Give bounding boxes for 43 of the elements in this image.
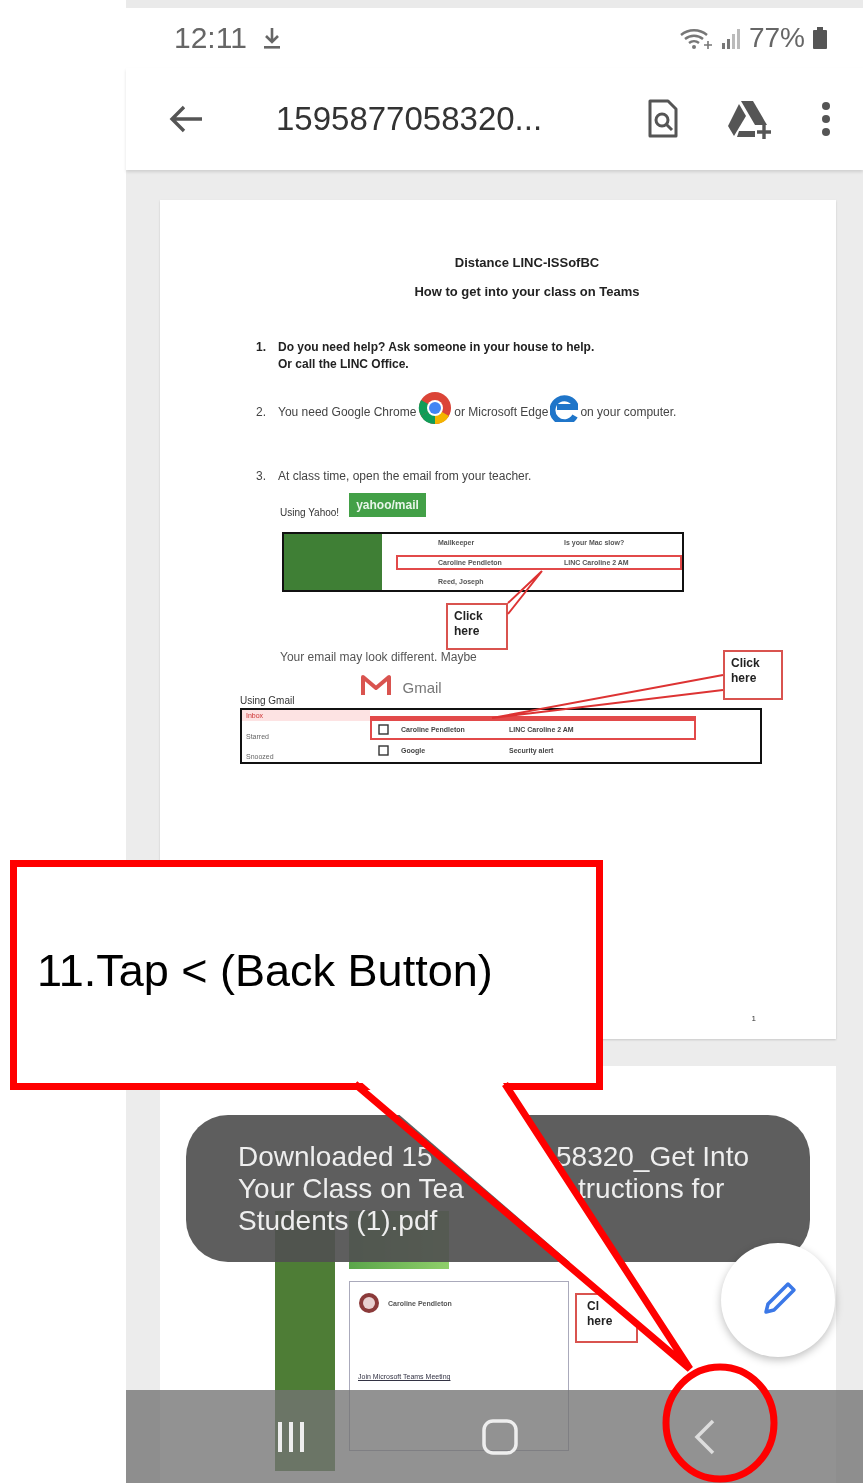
more-menu-icon[interactable] [821, 101, 831, 137]
step-text: At class time, open the email from your teacher. [278, 469, 532, 483]
mail-logo-icon [360, 674, 393, 696]
note-text: Your email may look different. Maybe [280, 650, 477, 664]
section-label: Using Gmail [240, 695, 295, 706]
step-number: 1. [256, 339, 267, 356]
step-text: You need Google Chrome [278, 405, 417, 419]
download-icon [262, 27, 281, 49]
click-here-callout: Click here [446, 603, 508, 650]
battery-icon [813, 27, 827, 49]
battery-percent: 77% [748, 22, 805, 54]
clock-time: 12:11 [174, 21, 247, 55]
page-number: 1 [751, 1014, 756, 1024]
toast-text: Students (1).pdf [238, 1205, 439, 1237]
logo-badge: yahoo/mail [349, 493, 426, 517]
toast-text: Your Class on Tea [238, 1173, 465, 1205]
checkbox-icon [378, 745, 389, 756]
toast-text: tructions for [578, 1173, 726, 1205]
click-here-callout: Click here [723, 650, 783, 700]
wifi-icon [678, 27, 713, 49]
e-logo-icon [550, 394, 579, 422]
section-label: Using Yahoo! [280, 507, 340, 518]
leader-line [506, 570, 546, 616]
document-subtitle: How to get into your class on Teams [413, 284, 641, 299]
recent-apps-icon[interactable] [276, 1419, 306, 1454]
step-text: or Microsoft Edge [454, 405, 549, 419]
checkbox-icon [378, 724, 389, 735]
step-text: on your computer. [580, 405, 677, 419]
avatar-icon [358, 1292, 380, 1315]
step-text: Do you need help? Ask someone in your house to help. Or call the LINC Office. [278, 339, 595, 373]
toast-text: 58320_Get Into [556, 1141, 751, 1173]
home-icon[interactable] [481, 1418, 518, 1455]
back-arrow-icon[interactable] [168, 104, 204, 134]
document-search-icon[interactable] [647, 99, 679, 139]
document-title: Distance LINC-ISSofBC [453, 255, 601, 270]
step-number: 3. [256, 469, 267, 483]
drive-add-icon[interactable] [727, 99, 773, 139]
signal-icon [720, 27, 741, 49]
round-logo-icon [418, 391, 453, 425]
callout-text: 11.Tap < (Back Button) [37, 945, 493, 997]
logo-text: Gmail [402, 679, 442, 696]
file-title: 1595877058320... [276, 100, 544, 138]
step-number: 2. [256, 405, 267, 419]
